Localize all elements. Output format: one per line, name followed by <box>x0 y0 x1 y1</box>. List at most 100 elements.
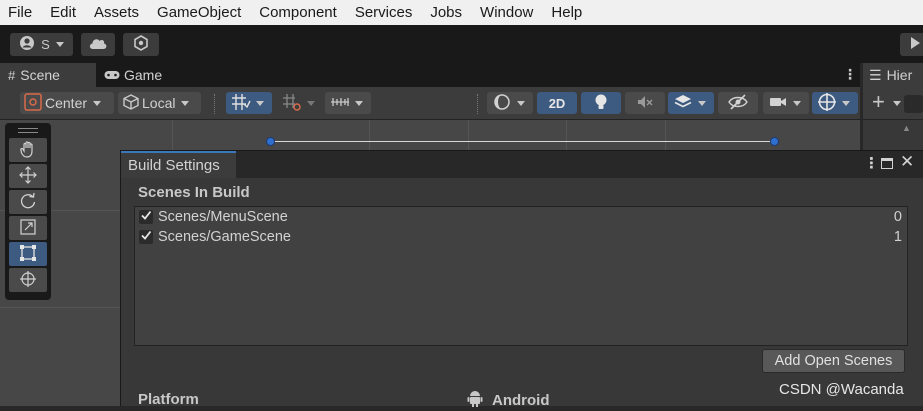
account-button[interactable]: S <box>10 33 73 56</box>
more-options-icon[interactable]: ⋮ <box>864 154 879 172</box>
menu-services[interactable]: Services <box>355 4 422 21</box>
more-options-icon[interactable]: ⋮ <box>843 66 857 83</box>
hand-tool-button[interactable] <box>9 138 47 162</box>
pivot-dropdown[interactable]: Center <box>20 92 114 114</box>
camera-icon <box>769 95 787 112</box>
scene-checkbox[interactable] <box>139 210 153 224</box>
rect-handle[interactable] <box>266 137 275 146</box>
snap-grid-button[interactable] <box>226 92 272 114</box>
toggle-2d-button[interactable]: 2D <box>537 92 577 114</box>
lighting-toggle-button[interactable] <box>581 92 621 114</box>
space-label: Local <box>142 95 176 111</box>
transform-tool-button[interactable] <box>9 268 47 292</box>
menu-file[interactable]: File <box>8 4 41 21</box>
chevron-down-icon <box>55 42 64 47</box>
main-toolbar: S <box>0 25 923 63</box>
rotate-icon <box>19 192 37 213</box>
scene-name: Scenes/MenuScene <box>158 209 288 225</box>
eye-off-icon <box>728 93 748 113</box>
tab-hierarchy-label: Hier <box>886 67 913 83</box>
menu-bar: File Edit Assets GameObject Component Se… <box>0 0 923 25</box>
chevron-down-icon[interactable] <box>893 101 901 106</box>
cloud-icon <box>88 36 108 53</box>
menu-edit[interactable]: Edit <box>50 4 85 21</box>
rect-edge <box>271 141 775 142</box>
toolbar-divider <box>214 94 216 114</box>
layers-icon <box>674 94 692 113</box>
ruler-icon <box>330 95 350 112</box>
menu-jobs[interactable]: Jobs <box>430 4 471 21</box>
scale-icon <box>19 218 37 239</box>
mute-icon <box>636 94 654 113</box>
toggle-2d-label: 2D <box>548 95 566 111</box>
grid-snap-icon <box>231 93 251 114</box>
menu-help[interactable]: Help <box>551 4 591 21</box>
close-icon[interactable]: ✕ <box>900 152 914 172</box>
menu-component[interactable]: Component <box>259 4 346 21</box>
tab-hierarchy[interactable]: ☰ Hier <box>863 63 923 87</box>
chevron-down-icon <box>793 100 801 106</box>
menu-window[interactable]: Window <box>480 4 542 21</box>
move-tool-button[interactable] <box>9 164 47 188</box>
rect-tool-button[interactable] <box>9 242 47 266</box>
grid-icon: # <box>8 67 16 83</box>
camera-button[interactable] <box>763 92 809 114</box>
gizmos-button[interactable] <box>812 92 858 114</box>
tab-game-label: Game <box>124 67 163 83</box>
hierarchy-toolbar: + <box>863 87 923 120</box>
tab-scene[interactable]: # Scene <box>0 63 96 87</box>
hierarchy-search-field[interactable] <box>904 95 923 113</box>
scene-toolbar: Center Local 2D <box>0 87 860 120</box>
chevron-down-icon <box>842 100 850 106</box>
chevron-down-icon <box>698 100 706 106</box>
sphere-icon <box>493 93 511 114</box>
tab-game[interactable]: Game <box>104 63 184 87</box>
checkmark-icon <box>140 229 152 245</box>
effects-toggle-button[interactable] <box>668 92 714 114</box>
rect-transform-icon <box>19 244 37 265</box>
scene-index: 1 <box>893 229 902 245</box>
account-icon <box>19 35 35 54</box>
ruler-button[interactable] <box>325 92 371 114</box>
lightbulb-icon <box>594 93 608 114</box>
audio-toggle-button[interactable] <box>625 92 665 114</box>
visibility-toggle-button[interactable] <box>718 92 758 114</box>
menu-gameobject[interactable]: GameObject <box>157 4 250 21</box>
maximize-icon[interactable] <box>881 158 893 169</box>
tab-build-settings[interactable]: Build Settings <box>121 151 236 178</box>
play-button[interactable] <box>900 33 923 56</box>
scene-name: Scenes/GameScene <box>158 229 291 245</box>
platform-header: Platform <box>138 391 199 408</box>
collab-button[interactable] <box>123 33 159 56</box>
shading-mode-button[interactable] <box>487 92 533 114</box>
rotate-tool-button[interactable] <box>9 190 47 214</box>
transform-icon <box>19 270 37 291</box>
play-icon <box>909 36 921 53</box>
scene-tab-bar: # Scene Game ⋮ <box>0 63 860 87</box>
scene-row[interactable]: Scenes/MenuScene 0 <box>135 207 907 227</box>
increment-snap-button[interactable] <box>277 92 321 114</box>
list-icon: ☰ <box>869 66 882 83</box>
cloud-button[interactable] <box>81 33 115 56</box>
scene-checkbox[interactable] <box>139 230 153 244</box>
build-settings-tabbar: Build Settings ⋮ ✕ <box>121 151 923 178</box>
menu-assets[interactable]: Assets <box>94 4 148 21</box>
drag-handle-icon[interactable] <box>18 128 38 133</box>
hexagon-icon <box>133 35 149 54</box>
pivot-icon <box>24 92 42 114</box>
platform-android[interactable]: Android <box>467 389 550 411</box>
snap-increment-icon <box>282 93 302 114</box>
scale-tool-button[interactable] <box>9 216 47 240</box>
scenes-list[interactable]: Scenes/MenuScene 0 Scenes/GameScene 1 <box>134 206 908 346</box>
add-open-scenes-button[interactable]: Add Open Scenes <box>762 349 905 373</box>
scene-row[interactable]: Scenes/GameScene 1 <box>135 227 907 247</box>
space-dropdown[interactable]: Local <box>118 92 201 114</box>
build-settings-title: Build Settings <box>128 157 220 174</box>
scroll-up-icon[interactable]: ▲ <box>902 123 911 133</box>
chevron-down-icon <box>256 100 264 106</box>
chevron-down-icon <box>517 100 525 106</box>
chevron-down-icon <box>93 100 102 106</box>
add-icon[interactable]: + <box>872 89 885 115</box>
pivot-label: Center <box>45 95 88 111</box>
rect-handle[interactable] <box>770 137 779 146</box>
